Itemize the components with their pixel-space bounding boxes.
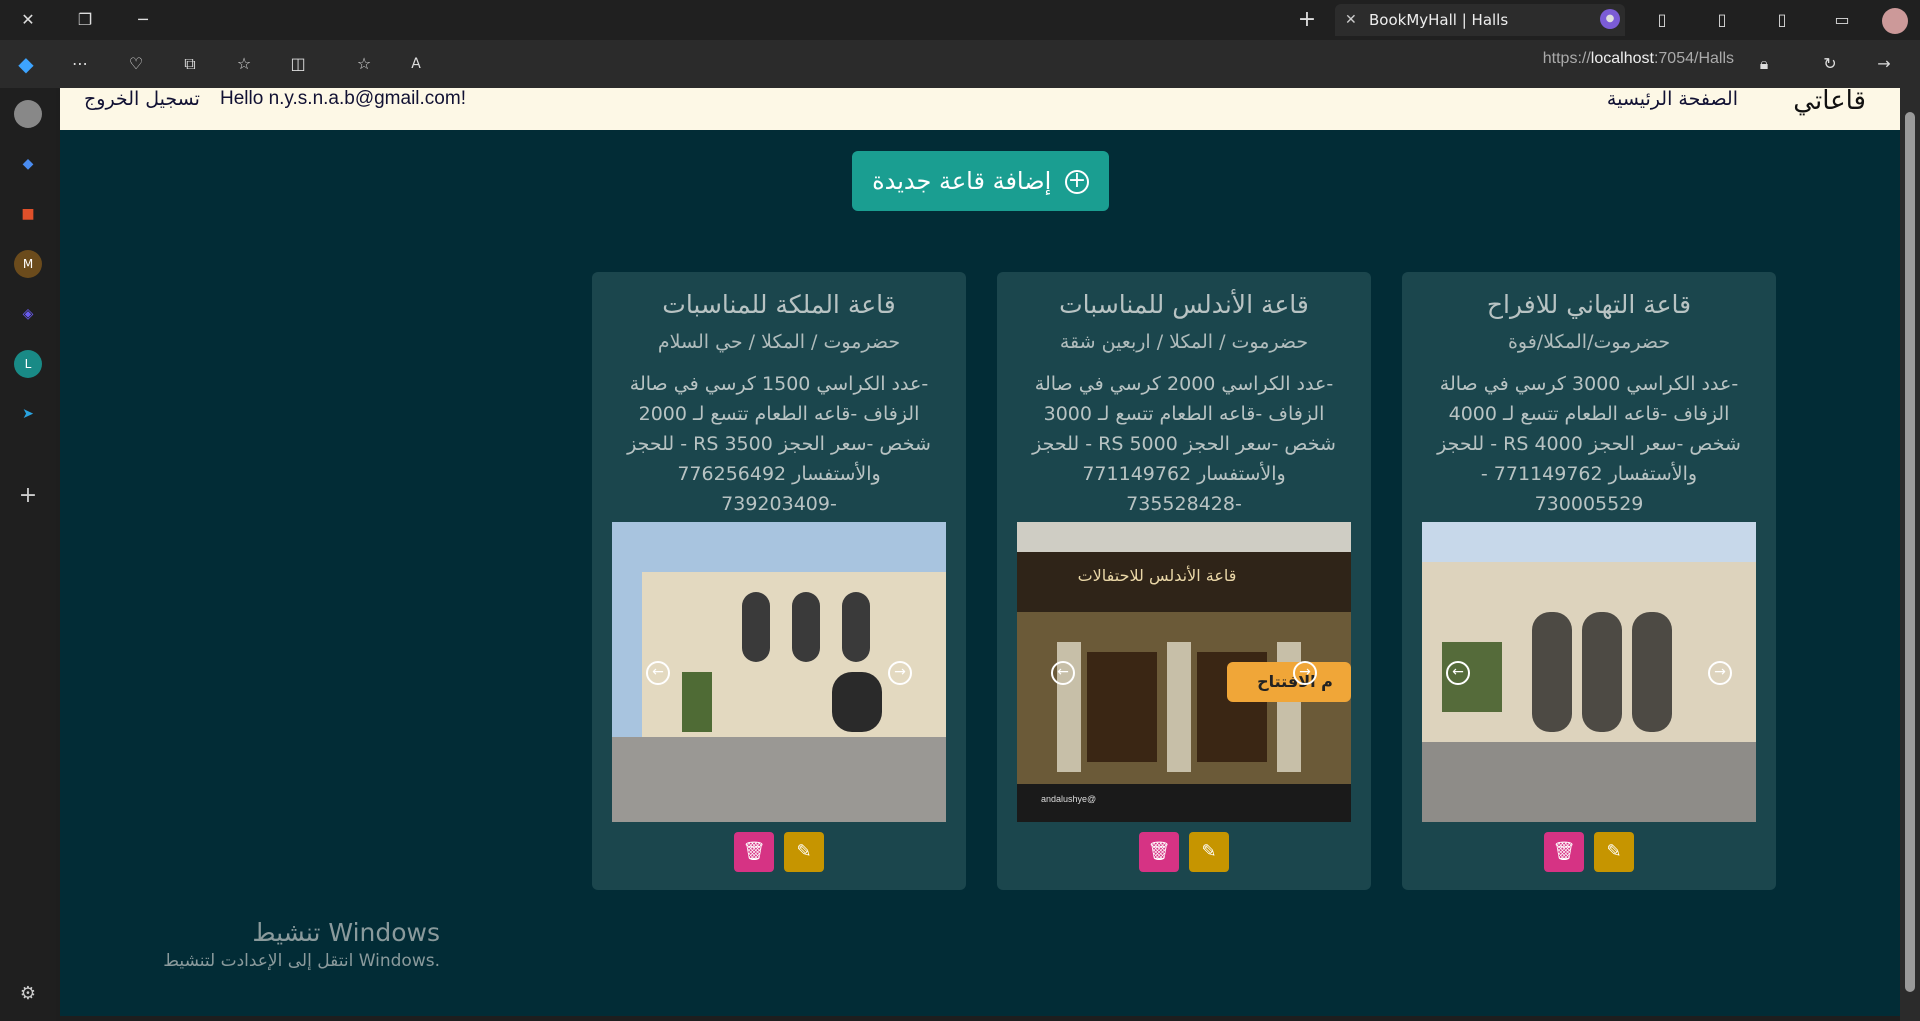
hall-description: -عدد الكراسي 2000 كرسي في صالة الزفاف -ق… xyxy=(1032,373,1336,515)
delete-hall-button[interactable]: 🗑︎ xyxy=(1139,832,1179,872)
url-field[interactable]: https://localhost:7054/Halls xyxy=(1543,50,1734,68)
tag-icon[interactable]: ◆ xyxy=(14,150,42,178)
url-rest: :7054/Halls xyxy=(1653,50,1734,67)
add-hall-label: إضافة قاعة جديدة xyxy=(872,167,1052,195)
url-host: localhost xyxy=(1590,50,1654,67)
lock-icon[interactable]: 🔒︎ xyxy=(1752,52,1776,76)
profile-avatar[interactable] xyxy=(1882,8,1908,34)
carousel-prev-icon[interactable]: ← xyxy=(1446,661,1470,685)
close-tab-icon[interactable]: ✕ xyxy=(1345,4,1357,36)
settings-gear-icon[interactable]: ⚙ xyxy=(14,980,42,1008)
restore-window-icon[interactable]: ❐ xyxy=(73,8,97,32)
tab-bookmyhall[interactable]: ✕ BookMyHall | Halls xyxy=(1335,4,1625,36)
nav-home-link[interactable]: الصفحة الرئيسية xyxy=(1607,88,1738,110)
close-window-icon[interactable]: ✕ xyxy=(16,8,40,32)
delete-hall-button[interactable]: 🗑︎ xyxy=(734,832,774,872)
hall-photo-carousel[interactable]: قاعة الأندلس للاحتفالات م الافتتاح @anda… xyxy=(1017,522,1351,822)
add-hall-button[interactable]: + إضافة قاعة جديدة xyxy=(852,151,1109,211)
hall-card: قاعة الأندلس للمناسبات حضرموت / المكلا /… xyxy=(997,272,1371,890)
read-aloud-icon[interactable]: A xyxy=(404,52,428,76)
l-app-icon[interactable]: L xyxy=(14,350,42,378)
hall-location: حضرموت / المكلا / اربعين شقة xyxy=(1059,331,1309,353)
minimize-window-icon[interactable]: ─ xyxy=(131,8,155,32)
hall-location: حضرموت/المكلا/فوة xyxy=(1507,331,1671,353)
carousel-prev-icon[interactable]: ← xyxy=(646,661,670,685)
page-content: قاعاتي الصفحة الرئيسية Hello n.y.s.n.a.b… xyxy=(60,88,1900,1016)
browser-title-bar: ✕ ❐ ─ + ✕ BookMyHall | Halls ● ▯ ▯ ▯ ▭ xyxy=(0,0,1920,40)
logout-link[interactable]: تسجيل الخروج xyxy=(84,88,200,110)
more-options-icon[interactable]: ⋯ xyxy=(68,52,92,76)
scrollbar-thumb[interactable] xyxy=(1905,112,1915,992)
photo-sign-text: قاعة الأندلس للاحتفالات xyxy=(1077,566,1237,585)
delete-hall-button[interactable]: 🗑︎ xyxy=(1544,832,1584,872)
hall-name: قاعة الملكة للمناسبات xyxy=(662,290,896,319)
document-icon[interactable]: ▯ xyxy=(1710,8,1734,32)
add-sidebar-app-icon[interactable]: + xyxy=(14,482,42,510)
windows-activation-watermark: تنشيط Windows انتقل إلى الإعدادت لتنشيط … xyxy=(155,918,440,971)
hall-photo-carousel[interactable]: ← → xyxy=(612,522,946,822)
carousel-next-icon[interactable]: → xyxy=(1708,661,1732,685)
forward-icon[interactable]: → xyxy=(1872,52,1896,76)
user-greeting[interactable]: Hello n.y.s.n.a.b@gmail.com! xyxy=(220,88,466,110)
carousel-prev-icon[interactable]: ← xyxy=(1051,661,1075,685)
photo-footer-text: @andalushye xyxy=(1041,794,1097,804)
split-screen-icon[interactable]: ◫ xyxy=(286,52,310,76)
refresh-icon[interactable]: ↻ xyxy=(1818,52,1842,76)
new-tab-icon[interactable]: + xyxy=(1295,8,1319,32)
split-window-icon[interactable]: ▭ xyxy=(1830,8,1854,32)
watermark-title: تنشيط Windows xyxy=(252,918,440,947)
hall-description: -عدد الكراسي 1500 كرسي في صالة الزفاف -ق… xyxy=(627,373,931,515)
url-prefix: https:// xyxy=(1542,50,1591,67)
tab-title: BookMyHall | Halls xyxy=(1369,11,1509,29)
page-scrollbar[interactable] xyxy=(1900,88,1920,1021)
copilot-sidebar-icon[interactable]: ◈ xyxy=(14,300,42,328)
hall-photo-carousel[interactable]: ← → xyxy=(1422,522,1756,822)
carousel-next-icon[interactable]: → xyxy=(1293,661,1317,685)
edge-sidebar: ◆ ■ M ◈ L ➤ + ⚙ xyxy=(0,88,56,1021)
hall-photo xyxy=(1422,522,1756,822)
favorites-icon[interactable]: ☆ xyxy=(232,52,256,76)
hall-name: قاعة الأندلس للمناسبات xyxy=(1059,290,1309,319)
hall-name: قاعة التهاني للافراح xyxy=(1486,290,1692,319)
edit-hall-button[interactable]: ✎ xyxy=(1594,832,1634,872)
telegram-icon[interactable]: ➤ xyxy=(14,400,42,428)
address-bar: ◆ ⋯ ♡ ⧉ ☆ ◫ ☆ A https://localhost:7054/H… xyxy=(0,40,1920,88)
hall-card: قاعة التهاني للافراح حضرموت/المكلا/فوة -… xyxy=(1402,272,1776,890)
document-icon-2[interactable]: ▯ xyxy=(1770,8,1794,32)
page-icon[interactable]: ▯ xyxy=(1650,8,1674,32)
hall-card: قاعة الملكة للمناسبات حضرموت / المكلا / … xyxy=(592,272,966,890)
extension-icon[interactable]: ● xyxy=(1600,9,1620,29)
add-favorite-icon[interactable]: ☆ xyxy=(352,52,376,76)
site-navbar: قاعاتي الصفحة الرئيسية Hello n.y.s.n.a.b… xyxy=(60,88,1900,130)
health-icon[interactable]: ♡ xyxy=(124,52,148,76)
edit-hall-button[interactable]: ✎ xyxy=(784,832,824,872)
sidebar-circle-icon[interactable] xyxy=(14,100,42,128)
copilot-icon[interactable]: ◆ xyxy=(14,52,38,76)
plus-circle-icon: + xyxy=(1064,170,1089,194)
hall-location: حضرموت / المكلا / حي السلام xyxy=(657,331,901,353)
carousel-next-icon[interactable]: → xyxy=(888,661,912,685)
edit-hall-button[interactable]: ✎ xyxy=(1189,832,1229,872)
briefcase-icon[interactable]: ■ xyxy=(14,200,42,228)
m-app-icon[interactable]: M xyxy=(14,250,42,278)
collections-icon[interactable]: ⧉ xyxy=(178,52,202,76)
watermark-subtitle: انتقل إلى الإعدادت لتنشيط Windows. xyxy=(163,951,440,971)
site-brand[interactable]: قاعاتي xyxy=(1793,88,1866,116)
hall-description: -عدد الكراسي 3000 كرسي في صالة الزفاف -ق… xyxy=(1437,373,1741,515)
